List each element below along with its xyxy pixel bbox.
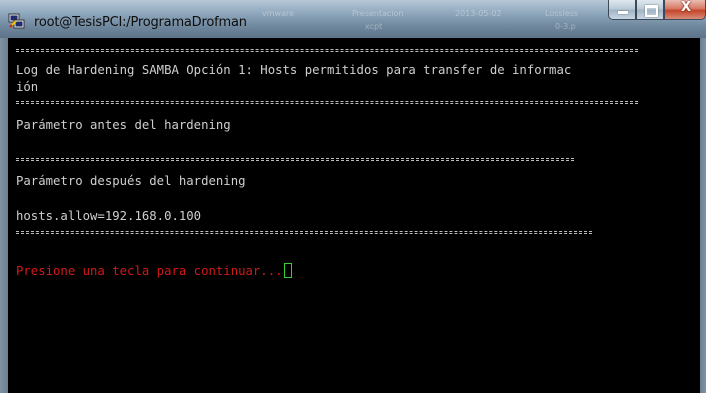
close-button[interactable]: X	[664, 0, 706, 20]
window-frame-left	[0, 38, 8, 393]
continue-prompt-line: Presione una tecla para continuar...	[16, 263, 292, 280]
background-window-text: Lossless	[545, 9, 579, 18]
text-cursor[interactable]	[283, 263, 292, 278]
background-window-text: xcpt	[365, 22, 383, 31]
background-window-text: Presentacion	[352, 9, 404, 18]
close-icon: X	[680, 0, 692, 15]
background-window-text: vmware	[262, 9, 295, 18]
separator-line	[16, 51, 638, 53]
separator-line	[16, 103, 638, 105]
before-hardening-label: Parámetro antes del hardening	[16, 118, 231, 132]
minimize-button[interactable]	[608, 0, 636, 20]
separator-line	[16, 160, 574, 162]
title-bar[interactable]: root@TesisPCI:/ProgramaDrofman vmware Pr…	[0, 0, 706, 38]
log-title-line-wrap: ión	[16, 80, 39, 94]
separator-line	[16, 233, 592, 235]
after-hardening-label: Parámetro después del hardening	[16, 174, 246, 188]
background-window-text: 0-3.p	[555, 22, 576, 31]
maximize-icon	[645, 5, 658, 17]
minimize-icon	[618, 11, 628, 14]
putty-window: root@TesisPCI:/ProgramaDrofman vmware Pr…	[0, 0, 706, 393]
putty-icon[interactable]	[8, 12, 26, 30]
log-title-line: Log de Hardening SAMBA Opción 1: Hosts p…	[16, 63, 572, 77]
terminal-screen[interactable]: Log de Hardening SAMBA Opción 1: Hosts p…	[8, 38, 700, 393]
window-controls: X	[608, 0, 706, 26]
maximize-button[interactable]	[636, 0, 664, 20]
window-title: root@TesisPCI:/ProgramaDrofman	[34, 15, 247, 30]
continue-prompt: Presione una tecla para continuar...	[16, 264, 283, 278]
hosts-allow-value: hosts.allow=192.168.0.100	[16, 209, 202, 223]
window-frame-right	[700, 38, 706, 393]
background-window-text: 2013-05-02	[455, 9, 502, 18]
